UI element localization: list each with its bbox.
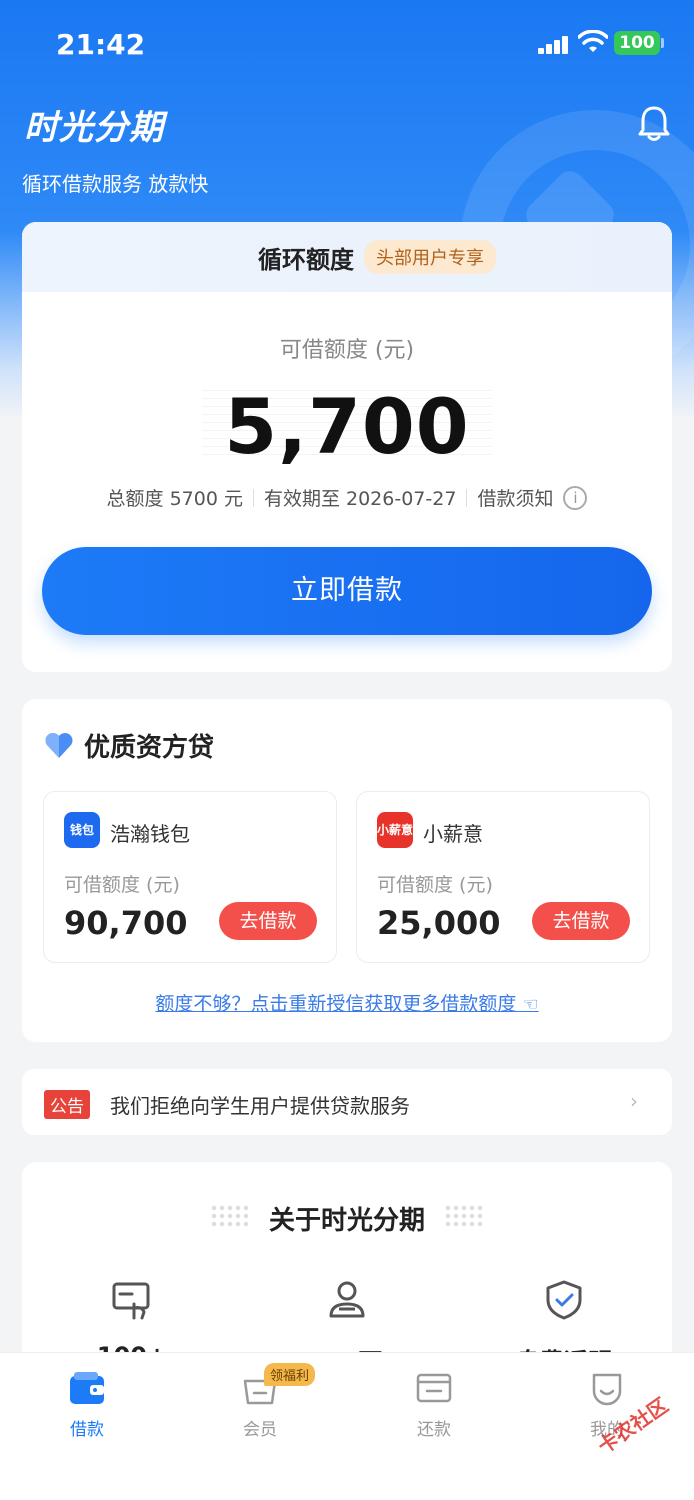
quality-lenders-title: 优质资方贷 xyxy=(84,733,215,763)
bottom-tab-bar: 借款 领福利 会员 还款 我的 xyxy=(0,1352,694,1500)
quality-lenders-card: 优质资方贷 钱包 浩瀚钱包 可借额度 (元) 90,700 去借款 小薪意 小薪… xyxy=(22,699,672,1042)
smile-icon xyxy=(592,1373,622,1406)
credit-card: 循环额度 头部用户专享 可借额度 (元) 5,700 总额度 5700 元 有效… xyxy=(22,222,672,672)
valid-until: 有效期至 2026-07-27 xyxy=(263,488,457,510)
chevron-right-icon: › xyxy=(630,1089,638,1113)
heart-icon xyxy=(45,733,73,758)
notice-tag: 公告 xyxy=(44,1090,90,1119)
exclusive-tag: 头部用户专享 xyxy=(364,240,496,274)
available-amount: 5,700 xyxy=(224,382,470,471)
shield-check-icon xyxy=(546,1280,582,1320)
info-icon[interactable]: i xyxy=(563,485,588,510)
tab-label: 借款 xyxy=(70,1420,104,1440)
notice-bar[interactable]: 公告 我们拒绝向学生用户提供贷款服务 › xyxy=(22,1069,672,1135)
battery-indicator: 100 xyxy=(614,31,660,55)
go-borrow-button[interactable]: 去借款 xyxy=(219,902,317,940)
bell-icon[interactable] xyxy=(636,104,672,142)
wallet-logo-icon: 钱包 xyxy=(64,812,100,848)
app-title: 时光分期 xyxy=(24,108,164,148)
pointing-hand-icon: ☜ xyxy=(522,994,539,1015)
reapply-link[interactable]: 额度不够？点击重新授信获取更多借款额度 ☜ xyxy=(22,989,672,1016)
user-icon xyxy=(329,1281,365,1318)
credit-card-header: 循环额度 头部用户专享 xyxy=(22,222,672,292)
tab-member[interactable]: 领福利 会员 xyxy=(200,1363,320,1440)
reapply-link-text: 额度不够？点击重新授信获取更多借款额度 xyxy=(155,993,517,1015)
lender-amount: 25,000 xyxy=(377,904,501,942)
app-subtitle: 循环借款服务 放款快 xyxy=(22,172,209,196)
lender-card[interactable]: 钱包 浩瀚钱包 可借额度 (元) 90,700 去借款 xyxy=(43,791,337,963)
xiaoxinyi-logo-icon: 小薪意 xyxy=(377,812,413,848)
lender-label: 可借额度 (元) xyxy=(377,874,493,896)
lender-label: 可借额度 (元) xyxy=(64,874,180,896)
total-limit: 总额度 5700 元 xyxy=(106,488,243,510)
welfare-badge: 领福利 xyxy=(264,1363,316,1386)
borrow-now-button[interactable]: 立即借款 xyxy=(42,547,652,635)
status-time: 21:42 xyxy=(56,28,146,61)
divider xyxy=(466,488,468,507)
go-borrow-button[interactable]: 去借款 xyxy=(532,902,630,940)
battery-tip xyxy=(661,38,664,48)
lender-name: 小薪意 xyxy=(423,822,483,846)
card-icon xyxy=(416,1373,452,1403)
wifi-icon xyxy=(578,30,608,52)
status-bar: 21:42 100 xyxy=(0,0,694,90)
borrow-notice-link[interactable]: 借款须知 xyxy=(477,484,553,511)
wallet-icon xyxy=(70,1372,104,1404)
tab-label: 会员 xyxy=(243,1420,277,1440)
tab-borrow[interactable]: 借款 xyxy=(27,1369,147,1440)
available-label: 可借额度 (元) xyxy=(279,338,415,363)
notice-text: 我们拒绝向学生用户提供贷款服务 xyxy=(110,1094,410,1118)
signal-icon xyxy=(538,34,570,54)
tab-label: 还款 xyxy=(417,1420,451,1440)
tab-repay[interactable]: 还款 xyxy=(374,1369,494,1440)
divider xyxy=(252,488,254,507)
lender-amount: 90,700 xyxy=(64,904,188,942)
hand-card-icon xyxy=(112,1282,150,1320)
dots-decoration xyxy=(444,1204,484,1230)
lender-name: 浩瀚钱包 xyxy=(110,822,190,846)
credit-meta: 总额度 5700 元 有效期至 2026-07-27 借款须知 i xyxy=(22,484,672,511)
about-title: 关于时光分期 xyxy=(268,1206,425,1236)
lender-card[interactable]: 小薪意 小薪意 可借额度 (元) 25,000 去借款 xyxy=(356,791,650,963)
credit-card-title: 循环额度 xyxy=(258,245,354,274)
